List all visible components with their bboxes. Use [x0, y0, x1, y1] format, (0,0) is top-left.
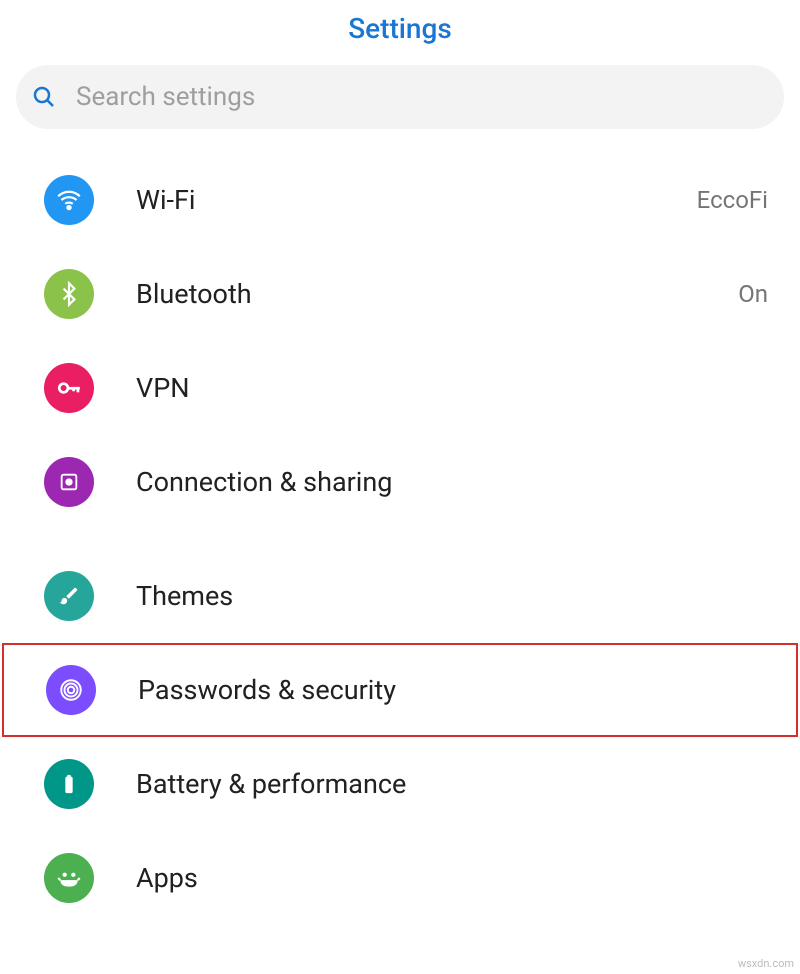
bluetooth-icon	[44, 269, 94, 319]
settings-item-label: VPN	[136, 372, 768, 404]
settings-item-wifi[interactable]: Wi-Fi EccoFi	[0, 153, 800, 247]
settings-item-label: Battery & performance	[136, 768, 768, 800]
group-divider	[0, 529, 800, 549]
header: Settings	[0, 0, 800, 65]
battery-icon	[44, 759, 94, 809]
watermark: wsxdn.com	[738, 957, 794, 970]
settings-item-label: Passwords & security	[138, 674, 766, 706]
settings-item-value: EccoFi	[697, 186, 768, 214]
search-bar[interactable]: Search settings	[16, 65, 784, 129]
brush-icon	[44, 571, 94, 621]
settings-item-passwords[interactable]: Passwords & security	[2, 643, 798, 737]
settings-item-label: Themes	[136, 580, 768, 612]
settings-item-label: Wi-Fi	[136, 184, 697, 216]
connection-sharing-icon	[44, 457, 94, 507]
settings-item-label: Connection & sharing	[136, 466, 768, 498]
settings-item-label: Apps	[136, 862, 768, 894]
settings-item-vpn[interactable]: VPN	[0, 341, 800, 435]
settings-item-themes[interactable]: Themes	[0, 549, 800, 643]
search-placeholder: Search settings	[76, 82, 255, 112]
settings-item-connection[interactable]: Connection & sharing	[0, 435, 800, 529]
vpn-key-icon	[44, 363, 94, 413]
settings-item-value: On	[738, 280, 768, 308]
settings-item-bluetooth[interactable]: Bluetooth On	[0, 247, 800, 341]
page-title: Settings	[0, 12, 800, 45]
settings-item-label: Bluetooth	[136, 278, 738, 310]
search-icon	[32, 85, 56, 109]
settings-item-battery[interactable]: Battery & performance	[0, 737, 800, 831]
wifi-icon	[44, 175, 94, 225]
settings-item-apps[interactable]: Apps	[0, 831, 800, 925]
settings-list: Wi-Fi EccoFi Bluetooth On VPN	[0, 153, 800, 925]
apps-icon	[44, 853, 94, 903]
fingerprint-icon	[46, 665, 96, 715]
